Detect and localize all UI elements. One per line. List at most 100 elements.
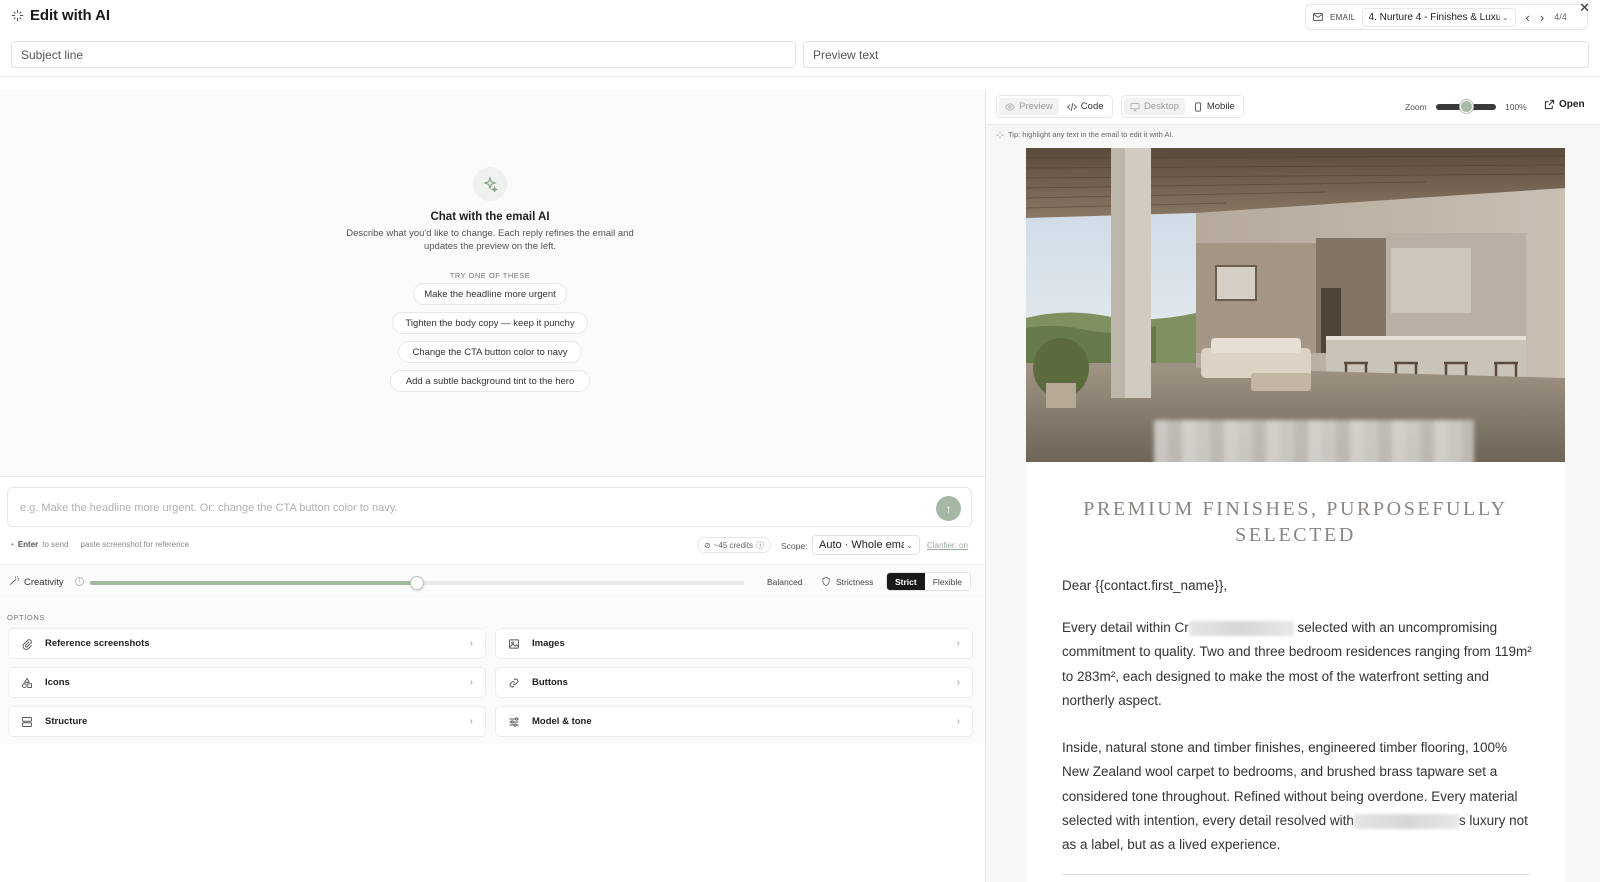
email-greeting[interactable]: Dear {{contact.first_name}}, — [1062, 578, 1227, 593]
redacted-region — [1154, 420, 1474, 462]
redacted-text — [1353, 813, 1459, 829]
slider-thumb[interactable] — [410, 576, 424, 590]
zoom-thumb[interactable] — [1460, 100, 1473, 113]
chevron-right-icon: › — [956, 716, 960, 727]
email-headline[interactable]: PREMIUM FINISHES, PURPOSEFULLY SELECTED — [1026, 496, 1565, 548]
strictness-label: Strictness — [836, 577, 874, 587]
mobile-tab[interactable]: Mobile — [1187, 98, 1241, 115]
device-toggle: Desktop Mobile — [1121, 95, 1244, 118]
code-icon — [1066, 102, 1077, 111]
scope-label: Scope: — [781, 541, 808, 551]
desktop-tab-label: Desktop — [1144, 101, 1179, 112]
email-paragraph-2[interactable]: Inside, natural stone and timber finishe… — [1062, 736, 1532, 857]
strictness-toggle: Strict Flexible — [886, 572, 972, 591]
info-icon: ⓘ — [756, 540, 765, 550]
open-label: Open — [1559, 99, 1585, 110]
title-group: Edit with AI — [11, 7, 110, 24]
send-button[interactable]: ↑ — [936, 496, 961, 521]
info-icon: i — [75, 577, 84, 586]
prompt-input[interactable]: e.g. Make the headline more urgent. Or: … — [7, 487, 972, 527]
desktop-icon — [1130, 102, 1140, 111]
preview-tab[interactable]: Preview — [999, 98, 1059, 115]
email-label: EMAIL — [1330, 12, 1356, 22]
chat-title: Chat with the email AI — [430, 211, 550, 223]
option-model-tone[interactable]: Model & tone › — [495, 706, 973, 737]
p1-start: Every detail within Cr — [1062, 620, 1189, 635]
creativity-row: Creativity i Balanced Strictness Strict … — [0, 565, 985, 599]
tip-text: Tip: highlight any text in the email to … — [1008, 130, 1174, 139]
enter-hint: to send — [42, 540, 69, 549]
header-divider — [0, 76, 1600, 77]
chat-empty-state: Chat with the email AI Describe what you… — [0, 90, 985, 476]
option-images[interactable]: Images › — [495, 628, 973, 659]
scope-select[interactable]: Auto · Whole email ⌄ — [812, 535, 920, 555]
option-label: Buttons — [532, 677, 568, 688]
paperclip-icon — [22, 638, 32, 650]
flexible-option[interactable]: Flexible — [924, 573, 971, 590]
coin-icon: ⊘ — [704, 540, 711, 550]
link-icon — [509, 678, 519, 687]
email-divider — [1062, 874, 1530, 875]
prev-email-icon[interactable]: ‹ — [1526, 10, 1530, 25]
suggestion-chip[interactable]: Change the CTA button color to navy — [398, 341, 582, 363]
email-select[interactable]: 4. Nurture 4 - Finishes & Luxury ⌄ — [1361, 7, 1516, 27]
chevron-down-icon: ⌄ — [906, 540, 913, 550]
try-label: TRY ONE OF THESE — [449, 271, 531, 280]
option-structure[interactable]: Structure › — [8, 706, 486, 737]
credits-badge: ⊘ ~45 credits ⓘ — [697, 537, 772, 553]
preview-tab-label: Preview — [1019, 101, 1053, 112]
email-canvas: PREMIUM FINISHES, PURPOSEFULLY SELECTED … — [1026, 148, 1565, 882]
chevron-right-icon: › — [469, 677, 473, 688]
preview-text-input[interactable] — [803, 41, 1589, 68]
option-buttons[interactable]: Buttons › — [495, 667, 973, 698]
open-button[interactable]: Open — [1544, 99, 1585, 110]
wand-icon — [9, 576, 20, 586]
option-label: Images — [532, 638, 565, 649]
options-label: OPTIONS — [7, 613, 45, 622]
code-tab[interactable]: Code — [1061, 98, 1110, 115]
email-paragraph-1[interactable]: Every detail within Cr selected with an … — [1062, 616, 1532, 713]
chat-description: Describe what you'd like to change. Each… — [346, 228, 634, 252]
layout-icon — [22, 716, 32, 727]
strict-option[interactable]: Strict — [887, 573, 925, 590]
option-reference-screenshots[interactable]: Reference screenshots › — [8, 628, 486, 659]
zoom-value: 100% — [1505, 102, 1527, 112]
ai-sparkle-icon — [473, 167, 507, 201]
prompt-placeholder: e.g. Make the headline more urgent. Or: … — [20, 502, 398, 514]
sparkle-icon — [11, 9, 24, 22]
chevron-right-icon: › — [469, 638, 473, 649]
tip-row: Tip: highlight any text in the email to … — [996, 130, 1174, 139]
slider-fill — [90, 581, 417, 585]
code-tab-label: Code — [1080, 101, 1104, 112]
close-icon[interactable]: ✕ — [1579, 0, 1590, 16]
preview-toolbar: Preview Code Desktop Mobile Zoom 100% Op… — [986, 90, 1600, 125]
mobile-tab-label: Mobile — [1206, 101, 1235, 112]
suggestion-chip[interactable]: Add a subtle background tint to the hero — [390, 370, 590, 392]
email-position: 4/4 — [1554, 12, 1567, 22]
external-link-icon — [1544, 99, 1555, 110]
desktop-tab[interactable]: Desktop — [1124, 98, 1185, 115]
creativity-mode: Balanced — [767, 577, 803, 587]
option-icons[interactable]: Icons › — [8, 667, 486, 698]
zoom-slider[interactable] — [1436, 100, 1496, 113]
suggestion-chip[interactable]: Tighten the body copy — keep it punchy — [392, 312, 588, 334]
shapes-icon — [22, 677, 32, 688]
suggestion-chip[interactable]: Make the headline more urgent — [413, 283, 567, 305]
email-navigator: EMAIL 4. Nurture 4 - Finishes & Luxury ⌄… — [1305, 4, 1588, 30]
sliders-icon — [509, 716, 519, 727]
chevron-right-icon: › — [956, 677, 960, 688]
chevron-right-icon: › — [469, 716, 473, 727]
next-email-icon[interactable]: › — [1540, 10, 1544, 25]
enter-key: Enter — [17, 540, 39, 549]
chevron-right-icon: › — [956, 638, 960, 649]
keyboard-hints: • Enter to send paste screenshot for ref… — [11, 540, 189, 549]
creativity-slider[interactable] — [90, 576, 744, 590]
options-section: OPTIONS Reference screenshots › Images ›… — [0, 600, 985, 744]
paste-hint: paste screenshot for reference — [80, 540, 190, 549]
subject-line-input[interactable] — [11, 41, 796, 68]
ai-chat-panel: Chat with the email AI Describe what you… — [0, 90, 985, 882]
image-icon — [509, 638, 519, 649]
clarifier-toggle[interactable]: Clarifier: on — [927, 541, 968, 550]
zoom-label: Zoom — [1405, 102, 1427, 112]
hero-image — [1026, 148, 1565, 462]
